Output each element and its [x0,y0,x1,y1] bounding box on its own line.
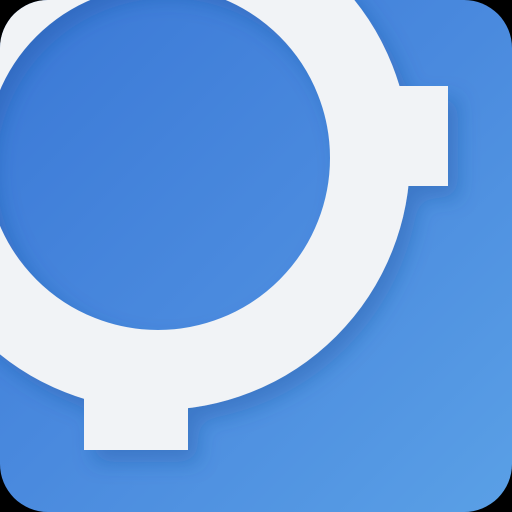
gear-shape [0,0,448,450]
app-icon[interactable] [0,0,512,512]
gear-ring [0,0,410,410]
gear-icon [0,0,448,450]
gear-tooth-bottom [84,378,188,450]
gear-tooth-right [378,86,448,186]
canvas [0,0,512,512]
